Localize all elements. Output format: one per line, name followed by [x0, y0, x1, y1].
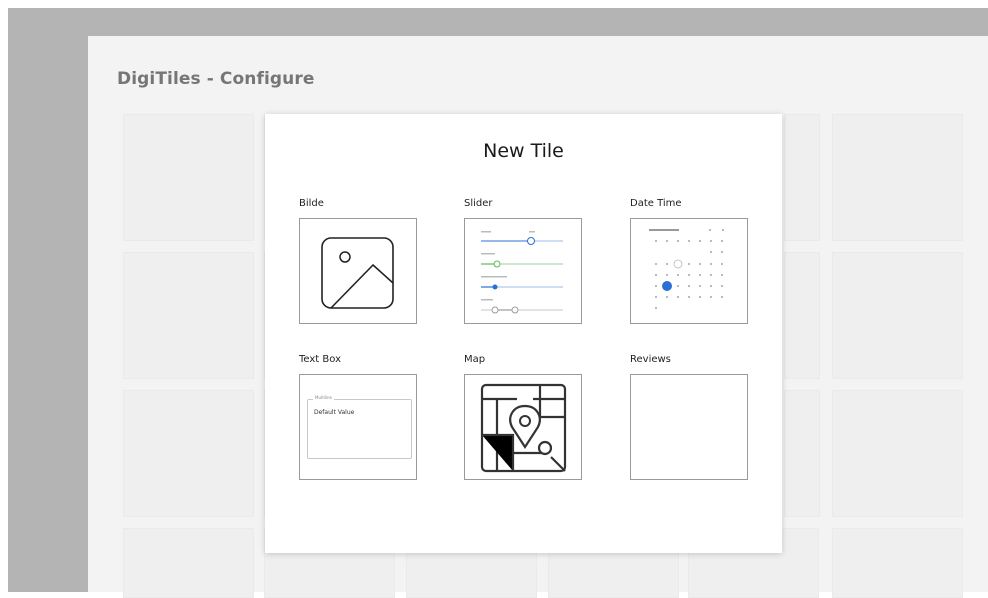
tile-option-date-time[interactable]: Date Time [630, 197, 748, 324]
tile-option-slider[interactable]: Slider [464, 197, 582, 324]
tile-option-label: Reviews [630, 354, 671, 365]
background-tile[interactable] [832, 114, 963, 241]
tile-option-text-box[interactable]: Text Box Multiline Default Value [299, 353, 417, 480]
dialog-title: New Tile [483, 140, 564, 162]
top-border [0, 0, 988, 8]
tile-option-preview[interactable]: Multiline Default Value [299, 374, 417, 480]
textbox-default-value: Default Value [314, 409, 355, 416]
tile-option-preview[interactable] [630, 374, 748, 480]
background-tile[interactable] [123, 528, 254, 598]
background-tile[interactable] [784, 114, 820, 241]
background-tile[interactable] [832, 390, 963, 517]
tile-option-preview[interactable] [299, 218, 417, 324]
tile-option-preview[interactable] [630, 218, 748, 324]
tile-option-label: Map [464, 354, 486, 365]
tile-option-preview[interactable] [464, 374, 582, 480]
tile-option-label: Bilde [299, 198, 324, 209]
new-tile-dialog: New Tile Bilde Slider Date Time Text Box… [265, 114, 782, 553]
background-tile[interactable] [832, 252, 963, 379]
textbox-preview: Multiline Default Value [307, 395, 412, 459]
background-tile[interactable] [832, 528, 963, 598]
tile-option-map[interactable]: Map [464, 353, 582, 480]
tile-option-bilde[interactable]: Bilde [299, 197, 417, 324]
background-tile[interactable] [784, 252, 820, 379]
background-tile[interactable] [123, 114, 254, 241]
calendar-preview [649, 229, 724, 309]
background-tile[interactable] [784, 390, 820, 517]
tile-option-label: Slider [464, 198, 493, 209]
map-icon [480, 383, 567, 473]
tile-option-label: Date Time [630, 198, 682, 209]
tile-option-preview[interactable] [464, 218, 582, 324]
textbox-hint: Multiline [313, 395, 334, 400]
image-icon [321, 237, 394, 309]
background-tile[interactable] [123, 390, 254, 517]
tile-option-reviews[interactable]: Reviews [630, 353, 748, 480]
app-title: DigiTiles - Configure [117, 69, 315, 89]
tile-option-label: Text Box [299, 354, 341, 365]
slider-preview [481, 231, 563, 314]
background-tile[interactable] [123, 252, 254, 379]
